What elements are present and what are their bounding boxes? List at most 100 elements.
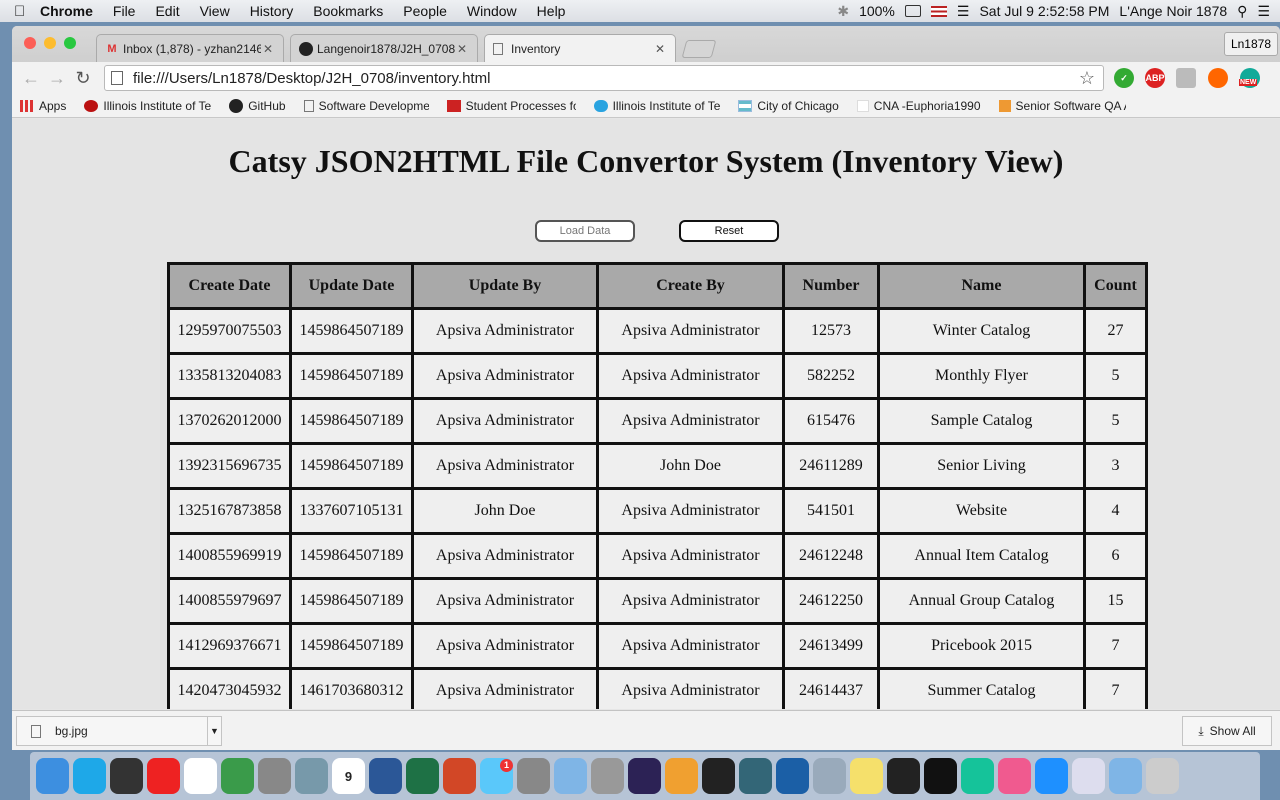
cell-update-by: Apsiva Administrator	[411, 532, 599, 580]
menu-file[interactable]: File	[113, 3, 136, 19]
bookmark-student-processes[interactable]: Student Processes fo	[446, 99, 576, 113]
database-icon[interactable]	[591, 758, 624, 794]
word-icon[interactable]	[369, 758, 402, 794]
back-icon[interactable]: ←	[18, 68, 44, 89]
reset-button[interactable]: Reset	[679, 220, 779, 242]
bookmark-senior-qa[interactable]: Senior Software QA A	[998, 99, 1126, 113]
bookmark-github[interactable]: GitHub	[229, 98, 286, 113]
drive-icon[interactable]	[221, 758, 254, 794]
menu-help[interactable]: Help	[537, 3, 566, 19]
adblock-icon[interactable]: ABP	[1145, 68, 1165, 88]
menu-app-name[interactable]: Chrome	[40, 3, 93, 19]
clock[interactable]: Sat Jul 9 2:52:58 PM	[979, 3, 1109, 19]
extension-cube-icon[interactable]	[1176, 68, 1196, 88]
cell-create-date: 1400855979697	[167, 577, 292, 625]
skype-icon[interactable]	[73, 758, 106, 794]
bookmark-city-of-chicago[interactable]: City of Chicago	[738, 99, 839, 113]
chevron-down-icon[interactable]: ▼	[207, 717, 221, 745]
iit-icon	[84, 99, 99, 112]
bookmark-cna[interactable]: CNA -Euphoria1990	[856, 98, 981, 113]
documents-icon[interactable]	[1072, 758, 1105, 794]
tab-github[interactable]: Langenoir1878/J2H_0708 ✕	[290, 34, 478, 62]
preview-icon[interactable]	[295, 758, 328, 794]
close-tab-icon[interactable]: ✕	[261, 42, 275, 56]
iit-logo-icon	[446, 99, 461, 112]
address-bar[interactable]: file:///Users/Ln1878/Desktop/J2H_0708/in…	[104, 65, 1104, 91]
terminal-icon[interactable]	[702, 758, 735, 794]
cell-count: 3	[1083, 442, 1148, 490]
app-store-icon[interactable]	[813, 758, 846, 794]
spotlight-icon[interactable]: ⚲	[1237, 3, 1247, 20]
calculator-icon[interactable]	[258, 758, 291, 794]
forward-icon[interactable]: →	[44, 68, 70, 89]
flag-icon[interactable]	[930, 5, 947, 17]
printer-icon[interactable]	[887, 758, 920, 794]
tab-inventory[interactable]: Inventory ✕	[484, 34, 676, 62]
bookmark-label: CNA -Euphoria1990	[873, 98, 981, 113]
bluetooth-icon[interactable]: ✱	[837, 3, 849, 20]
username[interactable]: L'Ange Noir 1878	[1119, 3, 1227, 19]
profile-button[interactable]: Ln1878	[1223, 32, 1278, 56]
reload-icon[interactable]: ↻	[70, 68, 96, 89]
cell-name: Annual Group Catalog	[877, 577, 1086, 625]
download-item[interactable]: bg.jpg ▼	[16, 716, 222, 746]
menu-view[interactable]: View	[200, 3, 230, 19]
new-tab-button[interactable]	[681, 40, 717, 58]
close-tab-icon[interactable]: ✕	[653, 42, 667, 56]
bookmark-label: Software Developme	[318, 98, 429, 113]
extension-grammarly-icon[interactable]: NEW	[1239, 68, 1260, 88]
chrome-icon[interactable]	[184, 758, 217, 794]
quicktime-icon[interactable]	[776, 758, 809, 794]
safari-icon[interactable]	[1035, 758, 1068, 794]
menu-people[interactable]: People	[403, 3, 447, 19]
stickies-icon[interactable]	[850, 758, 883, 794]
mysql-workbench-icon[interactable]	[739, 758, 772, 794]
messages-icon[interactable]: 1	[480, 758, 513, 794]
load-data-button[interactable]: Load Data	[535, 220, 635, 242]
maximize-window-button[interactable]	[64, 37, 76, 49]
bookmark-iit-1[interactable]: Illinois Institute of Te	[84, 99, 211, 113]
battery-icon[interactable]	[904, 5, 921, 17]
tab-label: Inbox (1,878) - yzhan2146	[123, 41, 261, 56]
sublime-icon[interactable]	[665, 758, 698, 794]
grammarly-icon[interactable]	[961, 758, 994, 794]
extension-check-icon[interactable]: ✓	[1114, 68, 1134, 88]
menu-window[interactable]: Window	[467, 3, 517, 19]
extension-fire-icon[interactable]	[1208, 68, 1228, 88]
apple-menu-icon[interactable]: 	[14, 3, 40, 20]
bookmark-software-dev[interactable]: Software Developme	[303, 98, 429, 113]
finder-icon[interactable]	[36, 758, 69, 794]
qq-icon[interactable]	[924, 758, 957, 794]
bookmark-apps[interactable]: Apps	[20, 99, 66, 113]
minimize-window-button[interactable]	[44, 37, 56, 49]
virtualbox-icon[interactable]	[554, 758, 587, 794]
url-text[interactable]: file:///Users/Ln1878/Desktop/J2H_0708/in…	[133, 70, 490, 87]
powerpoint-icon[interactable]	[443, 758, 476, 794]
menu-edit[interactable]: Edit	[155, 3, 179, 19]
calendar-icon[interactable]: 9	[332, 758, 365, 794]
itunes-icon[interactable]	[998, 758, 1031, 794]
close-window-button[interactable]	[24, 37, 36, 49]
menu-history[interactable]: History	[250, 3, 294, 19]
excel-icon[interactable]	[406, 758, 439, 794]
cell-name: Summer Catalog	[877, 667, 1086, 709]
bookmark-label: Illinois Institute of Te	[612, 98, 721, 113]
show-all-button[interactable]: ⤓ Show All	[1182, 716, 1272, 746]
eclipse-icon[interactable]	[628, 758, 661, 794]
close-tab-icon[interactable]: ✕	[455, 42, 469, 56]
virtualbox-stack-icon[interactable]	[1109, 758, 1142, 794]
wifi-icon[interactable]: ☰	[957, 3, 970, 20]
battery-percent[interactable]: 100%	[859, 3, 895, 19]
system-preferences-icon[interactable]	[517, 758, 550, 794]
cell-create-date: 1400855969919	[167, 532, 292, 580]
menu-bookmarks[interactable]: Bookmarks	[313, 3, 383, 19]
cell-number: 24612248	[782, 532, 880, 580]
youtube-icon[interactable]	[147, 758, 180, 794]
bookmark-star-icon[interactable]: ☆	[1079, 68, 1095, 89]
page-info-icon[interactable]	[111, 71, 123, 85]
tab-gmail[interactable]: M Inbox (1,878) - yzhan2146 ✕	[96, 34, 284, 62]
dashboard-icon[interactable]	[110, 758, 143, 794]
bookmark-iit-2[interactable]: Illinois Institute of Te	[593, 98, 721, 113]
trash-icon[interactable]	[1146, 758, 1179, 794]
notification-center-icon[interactable]: ☰	[1257, 3, 1270, 20]
